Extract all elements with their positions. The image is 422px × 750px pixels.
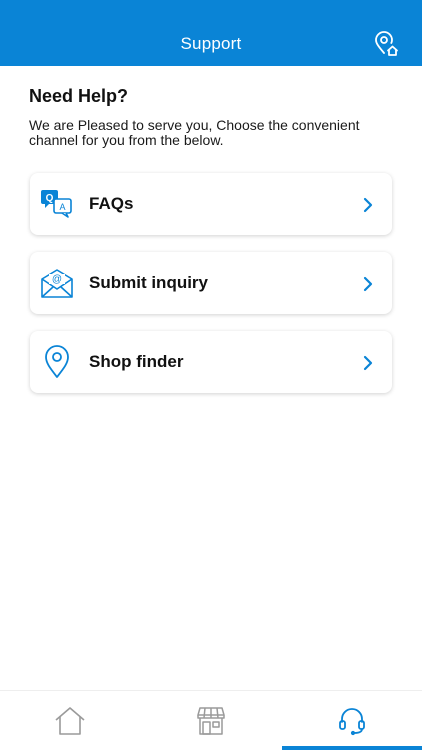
location-button[interactable] <box>372 30 400 58</box>
app-header: Support <box>0 0 422 66</box>
email-icon: @ <box>41 269 73 298</box>
bottom-nav <box>0 690 422 750</box>
help-intro: Need Help? We are Pleased to serve you, … <box>29 86 399 148</box>
nav-support[interactable] <box>282 691 422 750</box>
svg-text:Q: Q <box>46 193 54 204</box>
nav-home[interactable] <box>0 691 140 750</box>
location-pin-icon <box>45 345 69 378</box>
faqs-card[interactable]: Q A FAQs <box>30 173 392 235</box>
faqs-label: FAQs <box>89 194 134 213</box>
page-title: Support <box>180 34 242 53</box>
chevron-right-icon <box>363 197 373 213</box>
shop-finder-label: Shop finder <box>89 352 184 371</box>
submit-inquiry-card[interactable]: @ Submit inquiry <box>30 252 392 314</box>
svg-text:@: @ <box>52 274 62 285</box>
home-icon <box>55 707 85 735</box>
help-title: Need Help? <box>29 86 129 106</box>
headset-icon <box>339 708 365 736</box>
location-home-icon <box>375 31 398 56</box>
svg-text:A: A <box>59 202 65 212</box>
nav-store[interactable] <box>141 691 281 750</box>
help-description: We are Pleased to serve you, Choose the … <box>29 117 360 148</box>
store-icon <box>197 707 225 735</box>
submit-inquiry-label: Submit inquiry <box>89 273 208 292</box>
chevron-right-icon <box>363 355 373 371</box>
faq-chat-icon: Q A <box>41 190 72 218</box>
shop-finder-card[interactable]: Shop finder <box>30 331 392 393</box>
chevron-right-icon <box>363 276 373 292</box>
active-tab-indicator <box>282 746 422 750</box>
